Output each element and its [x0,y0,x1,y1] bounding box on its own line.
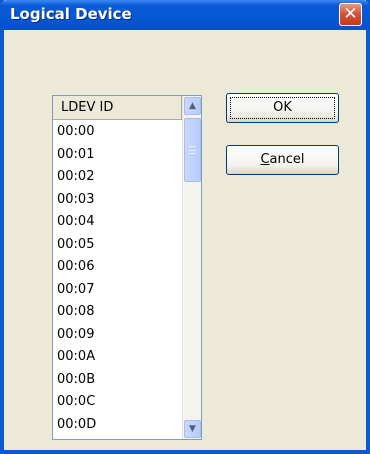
column-header-ldev-id[interactable]: LDEV ID [53,96,182,120]
scroll-up-button[interactable]: ▲ [184,97,201,115]
focus-rectangle [230,97,335,119]
title-bar[interactable]: Logical Device ✕ [0,0,370,30]
chevron-down-icon: ▼ [189,424,196,434]
list-item[interactable]: 00:09 [53,324,182,347]
list-item[interactable]: 00:00 [53,121,182,144]
close-icon: ✕ [343,4,358,24]
list-item[interactable]: 00:02 [53,166,182,189]
scroll-down-button[interactable]: ▼ [184,420,201,438]
grip-icon [189,146,196,154]
ok-button[interactable]: OK [226,93,339,123]
list-item[interactable]: 00:0B [53,369,182,392]
list-item[interactable]: 00:01 [53,144,182,167]
cancel-button-label: Cancel [260,152,305,167]
list-item[interactable]: 00:0D [53,414,182,437]
list-item[interactable]: 00:05 [53,234,182,257]
ldev-id-list: 00:00 00:01 00:02 00:03 00:04 00:05 00:0… [53,121,182,436]
close-button[interactable]: ✕ [339,3,362,26]
cancel-button[interactable]: Cancel [226,145,339,175]
list-item[interactable]: 00:0C [53,391,182,414]
vertical-scrollbar[interactable]: ▲ ▼ [182,96,201,439]
list-item[interactable]: 00:04 [53,211,182,234]
list-item[interactable]: 00:08 [53,301,182,324]
chevron-up-icon: ▲ [189,101,196,111]
window-title: Logical Device [10,5,132,23]
list-item[interactable]: 00:03 [53,189,182,212]
ldev-id-listbox[interactable]: LDEV ID 00:00 00:01 00:02 00:03 00:04 00… [52,95,202,440]
logical-device-dialog: Logical Device ✕ LDEV ID 00:00 00:01 00:… [0,0,370,454]
list-item[interactable]: 00:0A [53,346,182,369]
scroll-thumb[interactable] [184,118,201,182]
list-item[interactable]: 00:06 [53,256,182,279]
list-item[interactable]: 00:07 [53,279,182,302]
